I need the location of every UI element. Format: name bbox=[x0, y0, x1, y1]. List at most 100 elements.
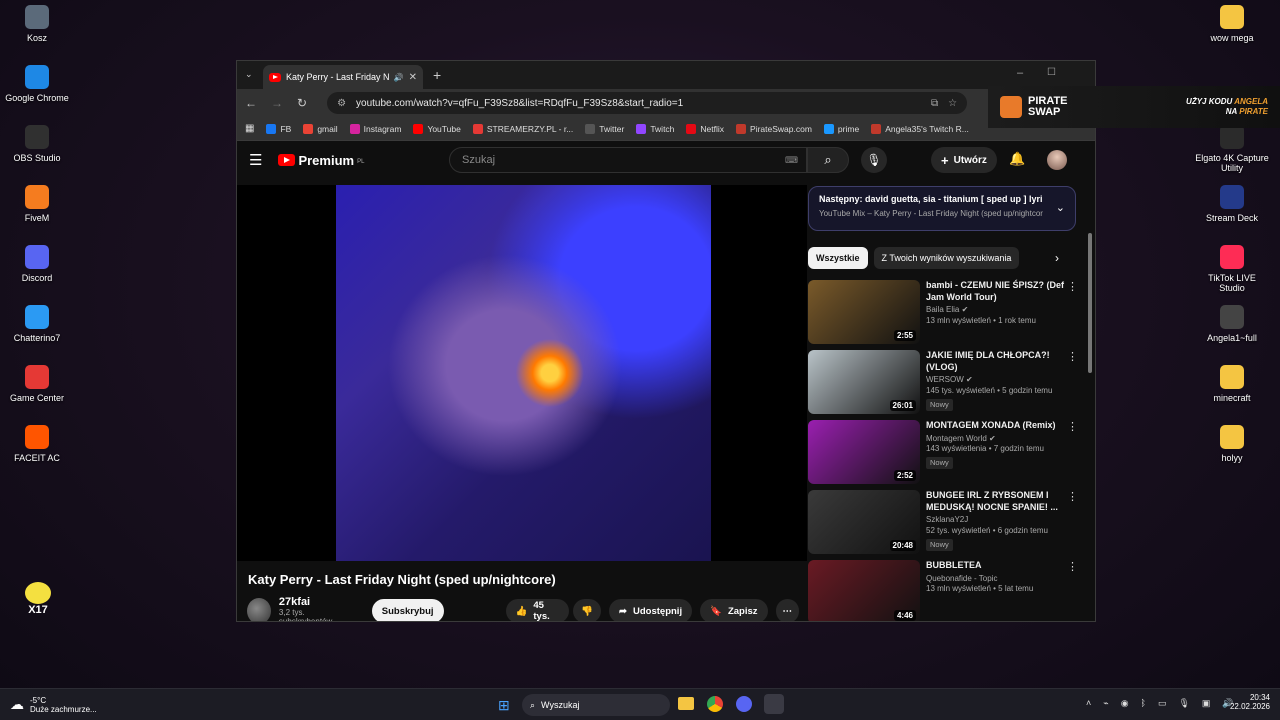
save-button[interactable]: 🔖 Zapisz bbox=[700, 599, 768, 621]
recommendation-title[interactable]: bambi - CZEMU NIE ŚPISZ? (Def Jam World … bbox=[926, 280, 1064, 303]
desktop-icon-right-1[interactable]: Elgato 4K Capture Utility bbox=[1195, 125, 1269, 173]
file-explorer-icon[interactable] bbox=[678, 697, 694, 710]
notifications-bell-icon[interactable]: 🔔 bbox=[1009, 151, 1025, 167]
bookmark-item[interactable]: FB bbox=[266, 123, 291, 134]
bookmark-item[interactable]: STREAMERZY.PL - r... bbox=[472, 123, 573, 134]
desktop-icon-left-0[interactable]: Kosz bbox=[0, 5, 74, 43]
menu-icon[interactable]: ☰ bbox=[249, 151, 262, 169]
bookmark-star-icon[interactable]: ☆ bbox=[948, 98, 957, 109]
recommendation-item[interactable]: 2:55 bambi - CZEMU NIE ŚPISZ? (Def Jam Wo… bbox=[808, 280, 1078, 344]
bookmark-item[interactable]: prime bbox=[823, 123, 859, 134]
more-vert-icon[interactable]: ⋮ bbox=[1067, 350, 1078, 365]
reload-icon[interactable]: ↻ bbox=[297, 96, 307, 110]
more-vert-icon[interactable]: ⋮ bbox=[1067, 490, 1078, 505]
forward-icon[interactable]: → bbox=[271, 96, 283, 110]
filter-chip[interactable]: Wszystkie bbox=[808, 247, 868, 269]
bookmark-item[interactable]: Netflix bbox=[686, 123, 724, 134]
weather-widget[interactable]: ☁ -5°C Duże zachmurze... bbox=[10, 696, 97, 714]
desktop-icon-left-7[interactable]: FACEIT AC bbox=[0, 425, 74, 463]
create-button[interactable]: + Utwórz bbox=[931, 147, 997, 173]
video-thumbnail[interactable]: 20:48 bbox=[808, 490, 920, 554]
install-icon[interactable]: ⧉ bbox=[931, 98, 938, 109]
recommendation-channel[interactable]: Montagem World ✔ bbox=[926, 434, 1064, 445]
dislike-button[interactable]: 👎 bbox=[573, 599, 602, 621]
more-actions-button[interactable]: ⋯ bbox=[775, 599, 799, 621]
close-tab-icon[interactable]: ✕ bbox=[409, 72, 417, 83]
apps-icon[interactable]: ▦ bbox=[245, 123, 254, 134]
voice-search-button[interactable]: 🎙 bbox=[861, 147, 887, 173]
recommendation-channel[interactable]: SzklanaY2J bbox=[926, 515, 1064, 526]
chrome-taskbar-icon[interactable] bbox=[707, 696, 723, 712]
x17-logo[interactable]: X17 bbox=[22, 582, 54, 620]
minimize-icon[interactable]: – bbox=[1017, 67, 1023, 79]
recommendation-title[interactable]: BUNGEE IRL Z RYBSONEM I MEDUSKĄ! NOCNE S… bbox=[926, 490, 1064, 513]
desktop-icon-right-2[interactable]: Stream Deck bbox=[1195, 185, 1269, 223]
desktop-icon-left-5[interactable]: Chatterino7 bbox=[0, 305, 74, 343]
video-thumbnail[interactable]: 2:52 bbox=[808, 420, 920, 484]
subscribe-button[interactable]: Subskrybuj bbox=[371, 599, 444, 621]
recommendation-title[interactable]: JAKIE IMIĘ DLA CHŁOPCA?! (VLOG) bbox=[926, 350, 1064, 373]
bookmark-item[interactable]: gmail bbox=[303, 123, 338, 134]
tab-youtube[interactable]: Katy Perry - Last Friday Nigh 🔊 ✕ bbox=[263, 65, 423, 89]
new-tab-icon[interactable]: + bbox=[433, 67, 441, 83]
search-input[interactable]: Szukaj ⌨ bbox=[449, 147, 807, 173]
desktop-icon-right-5[interactable]: minecraft bbox=[1195, 365, 1269, 403]
start-icon[interactable]: ⊞ bbox=[498, 697, 510, 714]
recommendation-channel[interactable]: Baila Elia ✔ bbox=[926, 305, 1064, 316]
video-thumbnail[interactable]: 26:01 bbox=[808, 350, 920, 414]
bookmark-item[interactable]: YouTube bbox=[413, 123, 461, 134]
desktop-icon-left-1[interactable]: Google Chrome bbox=[0, 65, 74, 103]
audio-icon[interactable]: 🔊 bbox=[394, 73, 404, 82]
chevron-up-icon[interactable]: ˄ bbox=[1086, 698, 1091, 709]
recommendation-channel[interactable]: Quebonafide - Topic bbox=[926, 574, 1064, 585]
chips-next-icon[interactable]: › bbox=[1055, 251, 1059, 265]
bookmark-item[interactable]: Twitter bbox=[585, 123, 624, 134]
bookmark-item[interactable]: Instagram bbox=[349, 123, 401, 134]
bookmark-item[interactable]: PirateSwap.com bbox=[736, 123, 812, 134]
more-vert-icon[interactable]: ⋮ bbox=[1067, 420, 1078, 435]
back-icon[interactable]: ← bbox=[245, 96, 257, 110]
up-next-card[interactable]: Następny: david guetta, sia - titanium [… bbox=[808, 186, 1076, 231]
clock[interactable]: 20:34 22.02.2026 bbox=[1228, 693, 1270, 711]
taskbar-search[interactable]: ⌕ Wyszukaj bbox=[522, 694, 670, 716]
discord-tray-icon[interactable]: ◉ bbox=[1121, 698, 1129, 709]
recommendation-item[interactable]: 4:46 BUBBLETEA Quebonafide - Topic 13 mln w… bbox=[808, 560, 1078, 621]
desktop-icon-right-6[interactable]: holyy bbox=[1195, 425, 1269, 463]
discord-taskbar-icon[interactable] bbox=[736, 696, 752, 712]
tray-app-icon[interactable]: ▭ bbox=[1158, 698, 1167, 709]
recommendation-title[interactable]: BUBBLETEA bbox=[926, 560, 1064, 572]
recommendation-channel[interactable]: WERSOW ✔ bbox=[926, 375, 1064, 386]
network-icon[interactable]: ⌁ bbox=[1103, 698, 1108, 709]
recommendation-item[interactable]: 26:01 JAKIE IMIĘ DLA CHŁOPCA?! (VLOG) WERS… bbox=[808, 350, 1078, 414]
recommendation-item[interactable]: 2:52 MONTAGEM XONADA (Remix) Montagem Worl… bbox=[808, 420, 1078, 484]
desktop-icon-right-3[interactable]: TikTok LIVE Studio bbox=[1195, 245, 1269, 293]
scrollbar[interactable] bbox=[1087, 231, 1093, 621]
keyboard-icon[interactable]: ⌨ bbox=[785, 155, 798, 166]
search-button[interactable]: ⌕ bbox=[807, 147, 849, 173]
mic-tray-icon[interactable]: 🎙 bbox=[1178, 698, 1189, 709]
desktop-icon-right-0[interactable]: wow mega bbox=[1195, 5, 1269, 43]
desktop-icon-left-3[interactable]: FiveM bbox=[0, 185, 74, 223]
desktop-icon-left-4[interactable]: Discord bbox=[0, 245, 74, 283]
tab-list-icon[interactable]: ⌄ bbox=[245, 69, 253, 80]
address-bar[interactable]: ⚙ youtube.com/watch?v=qfFu_F39Sz8&list=R… bbox=[327, 92, 968, 114]
more-vert-icon[interactable]: ⋮ bbox=[1067, 560, 1078, 575]
app-taskbar-icon[interactable] bbox=[764, 694, 784, 714]
video-player[interactable] bbox=[237, 185, 807, 561]
video-thumbnail[interactable]: 2:55 bbox=[808, 280, 920, 344]
recommendation-title[interactable]: MONTAGEM XONADA (Remix) bbox=[926, 420, 1064, 432]
site-info-icon[interactable]: ⚙ bbox=[337, 98, 346, 109]
bookmark-item[interactable]: Angela35's Twitch R... bbox=[871, 123, 969, 134]
monitor-icon[interactable]: ▣ bbox=[1202, 698, 1211, 709]
chevron-down-icon[interactable]: ⌄ bbox=[1056, 201, 1065, 214]
desktop-icon-left-6[interactable]: Game Center bbox=[0, 365, 74, 403]
video-thumbnail[interactable]: 4:46 bbox=[808, 560, 920, 621]
desktop-icon-right-4[interactable]: Angela1~full bbox=[1195, 305, 1269, 343]
maximize-icon[interactable]: ☐ bbox=[1047, 67, 1056, 78]
share-button[interactable]: ➦ Udostępnij bbox=[609, 599, 693, 621]
bookmark-item[interactable]: Twitch bbox=[636, 123, 674, 134]
bluetooth-icon[interactable]: ᛒ bbox=[1141, 698, 1146, 709]
channel-name[interactable]: 27kfai bbox=[279, 596, 354, 608]
like-button[interactable]: 👍 45 tys. bbox=[505, 599, 570, 621]
desktop-icon-left-2[interactable]: OBS Studio bbox=[0, 125, 74, 163]
